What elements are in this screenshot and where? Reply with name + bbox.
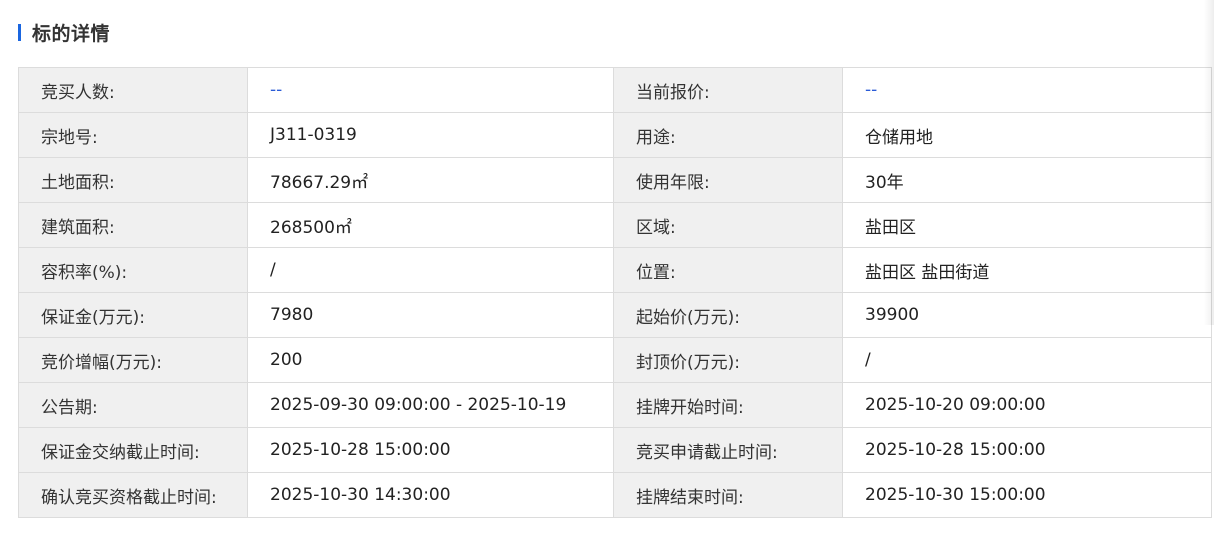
label-cell: 土地面积:: [18, 157, 248, 203]
table-row: 土地面积: 78667.29㎡ 使用年限: 30年: [18, 157, 1212, 203]
table-row: 公告期: 2025-09-30 09:00:00 - 2025-10-19 挂牌…: [18, 382, 1212, 428]
label-cell: 公告期:: [18, 382, 248, 428]
table-row: 竞买人数: -- 当前报价: --: [18, 67, 1212, 113]
label-cell: 当前报价:: [613, 67, 843, 113]
label-cell: 用途:: [613, 112, 843, 158]
value-cell: 2025-09-30 09:00:00 - 2025-10-19: [247, 382, 614, 428]
label-cell: 竞买人数:: [18, 67, 248, 113]
label-cell: 挂牌结束时间:: [613, 472, 843, 518]
value-cell: 仓储用地: [842, 112, 1212, 158]
label-cell: 保证金交纳截止时间:: [18, 427, 248, 473]
table-row: 保证金(万元): 7980 起始价(万元): 39900: [18, 292, 1212, 338]
label-cell: 位置:: [613, 247, 843, 293]
label-cell: 竞价增幅(万元):: [18, 337, 248, 383]
value-cell: J311-0319: [247, 112, 614, 158]
label-cell: 起始价(万元):: [613, 292, 843, 338]
label-cell: 宗地号:: [18, 112, 248, 158]
section-title: 标的详情: [32, 22, 111, 45]
value-cell: --: [247, 67, 614, 113]
table-row: 容积率(%): / 位置: 盐田区 盐田街道: [18, 247, 1212, 293]
table-row: 建筑面积: 268500㎡ 区域: 盐田区: [18, 202, 1212, 248]
label-cell: 封顶价(万元):: [613, 337, 843, 383]
value-cell: 盐田区 盐田街道: [842, 247, 1212, 293]
value-cell: --: [842, 67, 1212, 113]
value-cell: 2025-10-30 14:30:00: [247, 472, 614, 518]
value-cell: 2025-10-20 09:00:00: [842, 382, 1212, 428]
label-cell: 建筑面积:: [18, 202, 248, 248]
value-cell: 268500㎡: [247, 202, 614, 248]
table-row: 保证金交纳截止时间: 2025-10-28 15:00:00 竞买申请截止时间:…: [18, 427, 1212, 473]
label-cell: 保证金(万元):: [18, 292, 248, 338]
label-cell: 区域:: [613, 202, 843, 248]
label-cell: 挂牌开始时间:: [613, 382, 843, 428]
value-cell: 2025-10-28 15:00:00: [842, 427, 1212, 473]
value-cell: 盐田区: [842, 202, 1212, 248]
value-cell: 7980: [247, 292, 614, 338]
detail-table: 竞买人数: -- 当前报价: -- 宗地号: J311-0319 用途: 仓储用…: [18, 67, 1212, 518]
value-cell: 39900: [842, 292, 1212, 338]
value-cell: /: [842, 337, 1212, 383]
table-row: 宗地号: J311-0319 用途: 仓储用地: [18, 112, 1212, 158]
value-cell: 78667.29㎡: [247, 157, 614, 203]
label-cell: 容积率(%):: [18, 247, 248, 293]
label-cell: 使用年限:: [613, 157, 843, 203]
table-row: 确认竞买资格截止时间: 2025-10-30 14:30:00 挂牌结束时间: …: [18, 472, 1212, 518]
value-cell: 2025-10-28 15:00:00: [247, 427, 614, 473]
value-cell: 30年: [842, 157, 1212, 203]
detail-table-container: 竞买人数: -- 当前报价: -- 宗地号: J311-0319 用途: 仓储用…: [18, 67, 1212, 518]
table-row: 竞价增幅(万元): 200 封顶价(万元): /: [18, 337, 1212, 383]
value-cell: /: [247, 247, 614, 293]
label-cell: 竞买申请截止时间:: [613, 427, 843, 473]
section-header: 标的详情: [18, 20, 111, 45]
value-cell: 200: [247, 337, 614, 383]
value-cell: 2025-10-30 15:00:00: [842, 472, 1212, 518]
label-cell: 确认竞买资格截止时间:: [18, 472, 248, 518]
panel-edge-shadow: [1204, 0, 1214, 325]
title-accent-bar: [18, 23, 21, 41]
